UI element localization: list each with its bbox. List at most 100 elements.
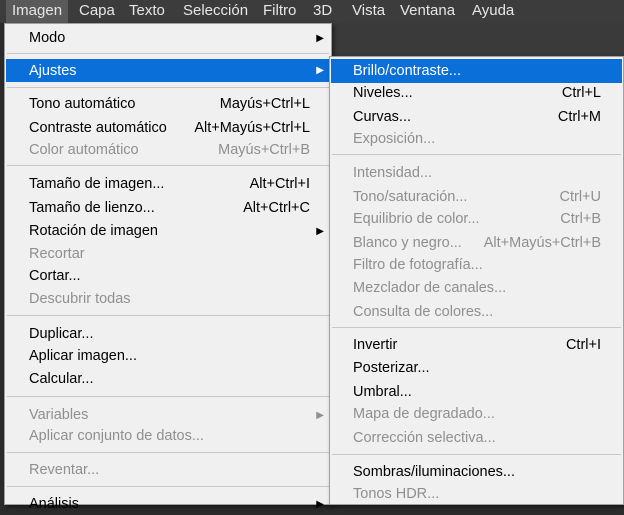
menu-item-label: Rotación de imagen: [29, 223, 158, 239]
menu-item-label: Reventar...: [29, 462, 100, 478]
shortcut-label: Alt+Mayús+Ctrl+B: [483, 235, 601, 251]
menu-item-label: Aplicar imagen...: [29, 348, 137, 364]
menu-item-label: Color automático: [29, 142, 139, 158]
menu-item-recortar: Recortar: [6, 243, 330, 265]
menu-item-label: Blanco y negro...: [353, 235, 462, 251]
menu-item-label: Modo: [29, 30, 66, 46]
menu-item-label: Duplicar...: [29, 326, 94, 342]
menu-item-tonos-hdr: Tonos HDR...: [331, 483, 622, 505]
menu-separator: [332, 454, 621, 455]
menu-item-label: Tono/saturación...: [353, 189, 468, 205]
menubar-filtro[interactable]: Filtro: [257, 0, 302, 23]
menubar-seleccion[interactable]: Selección: [177, 0, 254, 23]
menu-item-label: Filtro de fotografía...: [353, 257, 483, 273]
submenu-arrow-icon: ▶: [316, 409, 324, 421]
menu-separator: [7, 165, 329, 166]
menu-item-label: Variables: [29, 407, 89, 423]
shortcut-label: Alt+Ctrl+I: [249, 176, 310, 192]
menu-item-umbral[interactable]: Umbral...: [331, 381, 622, 403]
menu-item-label: Aplicar conjunto de datos...: [29, 428, 204, 444]
menu-item-consulta-colores: Consulta de colores...: [331, 301, 622, 323]
menu-item-label: Mezclador de canales...: [353, 280, 507, 296]
shortcut-label: Mayús+Ctrl+L: [219, 96, 310, 112]
menu-item-correccion-selectiva: Corrección selectiva...: [331, 427, 622, 449]
menu-item-analisis[interactable]: Análisis ▶: [6, 493, 330, 515]
menu-item-contraste-automatico[interactable]: Contraste automático Alt+Mayús+Ctrl+L: [6, 117, 330, 139]
menu-item-sombras-iluminaciones[interactable]: Sombras/iluminaciones...: [331, 461, 622, 483]
menu-item-label: Curvas...: [353, 109, 412, 125]
menu-item-label: Tonos HDR...: [353, 486, 440, 502]
submenu-arrow-icon: ▶: [316, 32, 324, 44]
menu-item-intensidad: Intensidad...: [331, 162, 622, 184]
menu-item-cortar[interactable]: Cortar...: [6, 265, 330, 287]
menu-item-label: Intensidad...: [353, 165, 432, 181]
menubar-vista[interactable]: Vista: [346, 0, 391, 23]
menu-item-equilibrio-color: Equilibrio de color... Ctrl+B: [331, 208, 622, 230]
menu-item-tono-automatico[interactable]: Tono automático Mayús+Ctrl+L: [6, 93, 330, 115]
menu-separator: [7, 315, 329, 316]
menu-item-label: Tono automático: [29, 96, 136, 112]
menu-item-label: Calcular...: [29, 371, 94, 387]
menubar-ventana[interactable]: Ventana: [394, 0, 461, 23]
shortcut-label: Ctrl+B: [560, 211, 601, 227]
menu-item-label: Corrección selectiva...: [353, 430, 496, 446]
menu-separator: [332, 154, 621, 155]
menu-item-tamano-imagen[interactable]: Tamaño de imagen... Alt+Ctrl+I: [6, 173, 330, 195]
shortcut-label: Alt+Ctrl+C: [243, 200, 310, 216]
shortcut-label: Mayús+Ctrl+B: [218, 142, 310, 158]
menu-item-label: Brillo/contraste...: [353, 63, 461, 79]
menu-item-reventar: Reventar...: [6, 459, 330, 481]
menu-item-label: Recortar: [29, 246, 85, 262]
menu-item-brillo-contraste[interactable]: Brillo/contraste...: [331, 59, 622, 83]
menu-item-label: Posterizar...: [353, 360, 430, 376]
menu-item-mezclador-canales: Mezclador de canales...: [331, 277, 622, 299]
menu-separator: [7, 396, 329, 397]
menubar-capa[interactable]: Capa: [73, 0, 121, 23]
shortcut-label: Ctrl+L: [561, 85, 601, 101]
menu-item-label: Niveles...: [353, 85, 413, 101]
menu-item-descubrir-todas: Descubrir todas: [6, 288, 330, 310]
menu-item-label: Mapa de degradado...: [353, 406, 495, 422]
menu-item-aplicar-imagen[interactable]: Aplicar imagen...: [6, 345, 330, 367]
menubar-ayuda[interactable]: Ayuda: [466, 0, 520, 23]
menu-item-label: Exposición...: [353, 131, 436, 147]
menu-item-invertir[interactable]: Invertir Ctrl+I: [331, 334, 622, 356]
menu-item-modo[interactable]: Modo ▶: [6, 27, 330, 49]
menu-item-label: Contraste automático: [29, 120, 167, 136]
menu-separator: [332, 327, 621, 328]
menu-item-posterizar[interactable]: Posterizar...: [331, 357, 622, 379]
menu-item-label: Umbral...: [353, 384, 412, 400]
menu-item-ajustes[interactable]: Ajustes ▶: [6, 59, 330, 82]
submenu-arrow-icon: ▶: [316, 65, 324, 76]
menu-item-label: Ajustes: [29, 62, 77, 79]
menu-item-calcular[interactable]: Calcular...: [6, 368, 330, 390]
menubar-imagen[interactable]: Imagen: [6, 0, 69, 23]
menu-item-tono-saturacion: Tono/saturación... Ctrl+U: [331, 186, 622, 208]
submenu-arrow-icon: ▶: [316, 225, 324, 237]
menu-item-variables: Variables ▶: [6, 404, 330, 426]
menu-item-color-automatico: Color automático Mayús+Ctrl+B: [6, 139, 330, 161]
menu-item-label: Equilibrio de color...: [353, 211, 480, 227]
menu-bar: Imagen Capa Texto Selección Filtro 3D Vi…: [0, 0, 624, 23]
menu-item-tamano-lienzo[interactable]: Tamaño de lienzo... Alt+Ctrl+C: [6, 197, 330, 219]
options-bar-strip: [330, 23, 624, 57]
menu-item-rotacion-imagen[interactable]: Rotación de imagen ▶: [6, 220, 330, 242]
menu-separator: [7, 452, 329, 453]
menu-item-label: Descubrir todas: [29, 291, 131, 307]
menu-separator: [7, 53, 329, 54]
menubar-texto[interactable]: Texto: [123, 0, 171, 23]
menu-item-label: Invertir: [353, 337, 398, 353]
shortcut-label: Alt+Mayús+Ctrl+L: [194, 120, 310, 136]
menubar-3d[interactable]: 3D: [307, 0, 338, 23]
imagen-menu: Modo ▶ Ajustes ▶ Tono automático Mayús+C…: [4, 23, 332, 512]
menu-item-aplicar-conjunto-datos: Aplicar conjunto de datos...: [6, 425, 330, 447]
menu-item-filtro-fotografia: Filtro de fotografía...: [331, 254, 622, 276]
menu-item-niveles[interactable]: Niveles... Ctrl+L: [331, 82, 622, 104]
menu-item-curvas[interactable]: Curvas... Ctrl+M: [331, 106, 622, 128]
menu-separator: [7, 87, 329, 88]
menu-item-mapa-degradado: Mapa de degradado...: [331, 403, 622, 425]
menu-item-label: Tamaño de lienzo...: [29, 200, 155, 216]
menu-item-duplicar[interactable]: Duplicar...: [6, 323, 330, 345]
shortcut-label: Ctrl+U: [559, 189, 602, 205]
menu-item-blanco-negro: Blanco y negro... Alt+Mayús+Ctrl+B: [331, 232, 622, 254]
